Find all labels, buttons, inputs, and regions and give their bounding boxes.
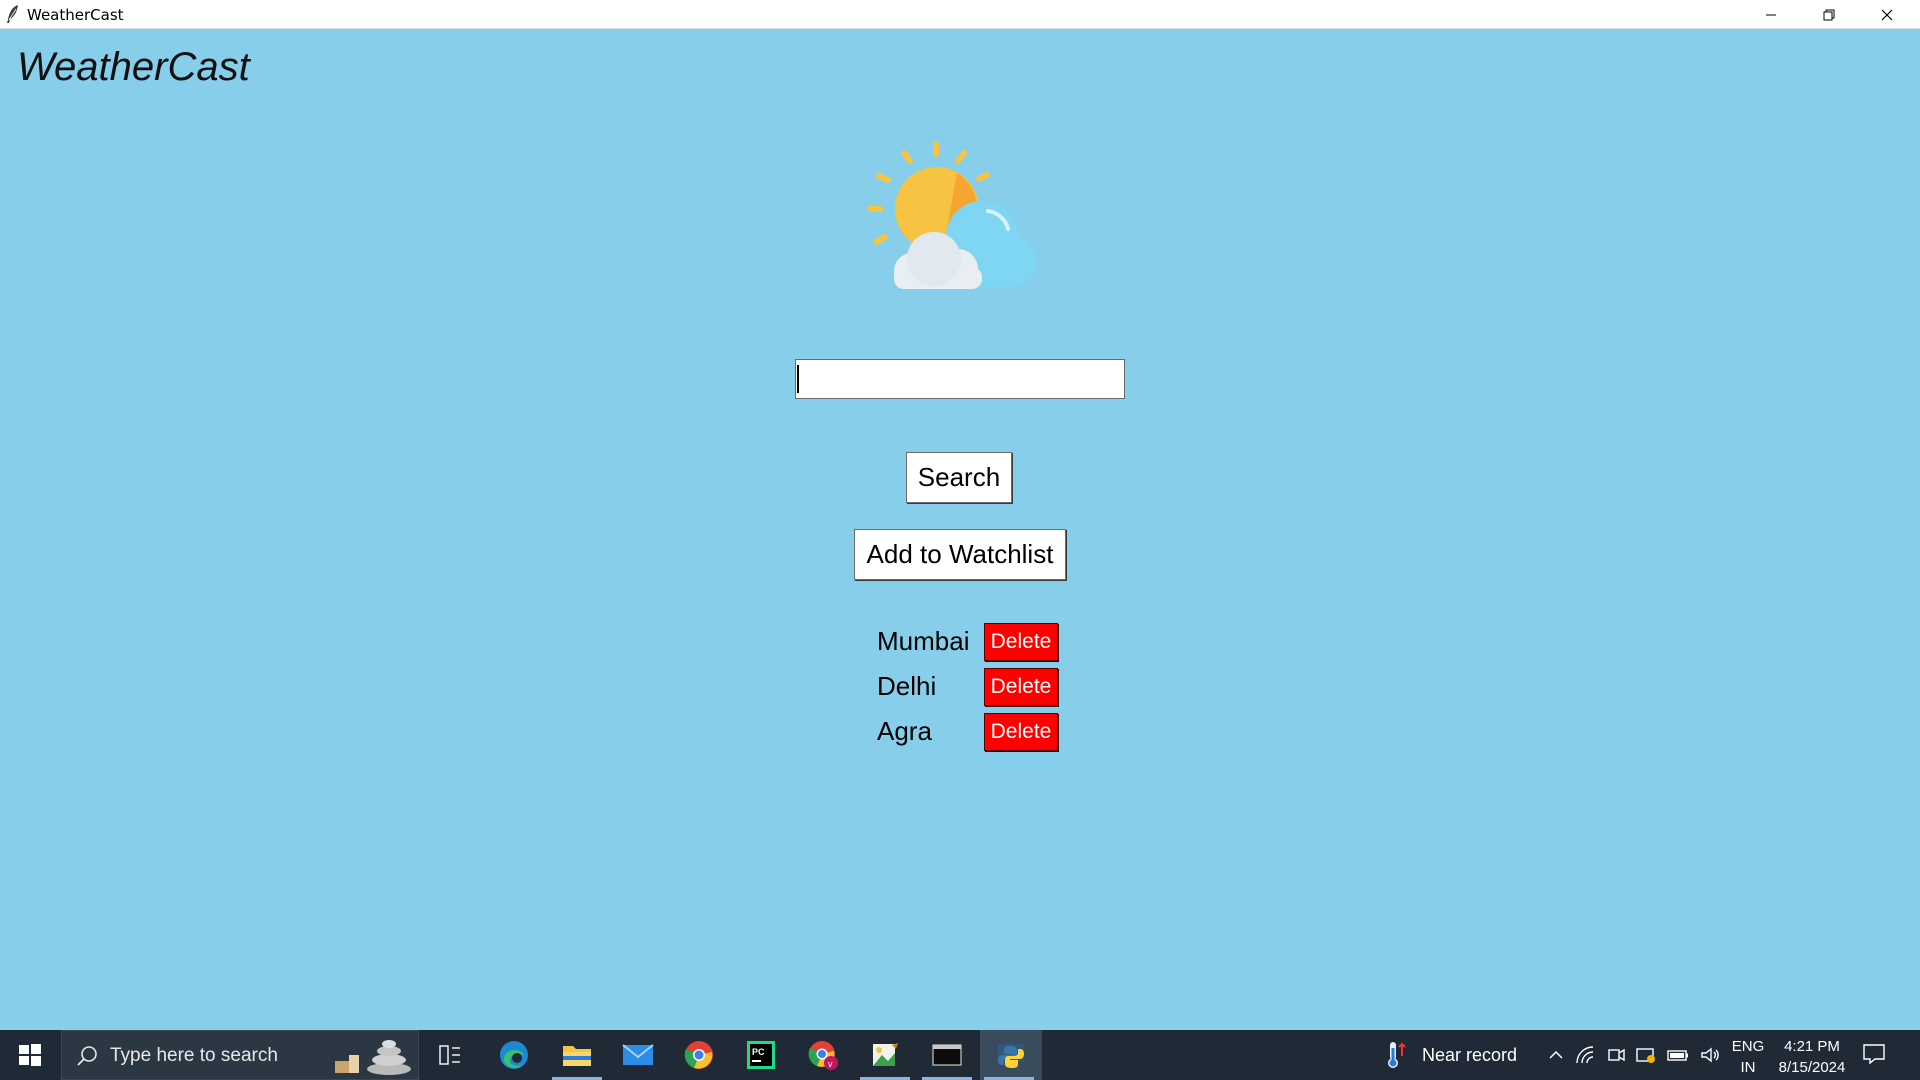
taskbar-file-explorer[interactable] [548, 1030, 606, 1080]
delete-button[interactable]: Delete [984, 668, 1058, 706]
taskbar-python[interactable] [980, 1030, 1042, 1080]
image-viewer-icon [873, 1043, 898, 1066]
folder-icon [563, 1046, 591, 1066]
minimize-icon [1766, 14, 1776, 15]
chevron-up-icon[interactable] [1546, 1045, 1566, 1065]
watchlist-city: Delhi [877, 671, 937, 701]
weather-widget-text: Near record [1422, 1044, 1518, 1065]
volume-icon[interactable] [1699, 1045, 1721, 1065]
restore-button[interactable] [1800, 0, 1858, 29]
text-cursor [797, 365, 799, 393]
taskbar-search-box[interactable]: Type here to search [61, 1030, 419, 1080]
sun-cloud-icon [867, 141, 1036, 289]
taskbar: Type here to search PC v Near record ENG… [0, 1030, 1920, 1080]
add-to-watchlist-button[interactable]: Add to Watchlist [854, 529, 1066, 580]
watchlist-item: Mumbai Delete [877, 623, 1177, 665]
task-view-button[interactable] [421, 1030, 479, 1080]
taskbar-search-placeholder: Type here to search [110, 1045, 278, 1066]
camera-icon[interactable] [1606, 1045, 1626, 1065]
taskbar-clock[interactable]: 4:21 PM 8/15/2024 [1774, 1036, 1850, 1078]
battery-icon[interactable] [1666, 1045, 1690, 1065]
feather-icon [7, 5, 18, 23]
clock-date: 8/15/2024 [1778, 1059, 1846, 1076]
taskbar-edge[interactable] [485, 1030, 543, 1080]
network-icon[interactable] [1575, 1045, 1597, 1065]
watchlist-item: Delhi Delete [877, 668, 1177, 710]
thermometer-icon [1388, 1042, 1406, 1068]
close-button[interactable] [1858, 0, 1916, 29]
taskbar-terminal[interactable] [918, 1030, 976, 1080]
window-title: WeatherCast [27, 6, 124, 24]
svg-text:PC: PC [752, 1047, 765, 1057]
delete-button[interactable]: Delete [984, 623, 1058, 661]
edge-icon [500, 1041, 528, 1069]
taskbar-chrome[interactable] [670, 1030, 728, 1080]
language-region: IN [1740, 1059, 1756, 1076]
city-search-input[interactable] [795, 359, 1125, 399]
taskbar-weather-widget[interactable]: Near record [1384, 1030, 1517, 1080]
watchlist-city: Agra [877, 716, 932, 746]
svg-text:v: v [828, 1059, 833, 1069]
system-tray [1546, 1030, 1721, 1080]
minimize-button[interactable] [1742, 0, 1800, 29]
language-code: ENG [1731, 1038, 1765, 1055]
start-button[interactable] [0, 1030, 60, 1080]
taskbar-image-viewer[interactable] [856, 1030, 914, 1080]
restore-icon [1823, 9, 1835, 20]
taskbar-mail[interactable] [609, 1030, 667, 1080]
notification-icon[interactable] [1862, 1042, 1886, 1066]
search-highlight-icon [335, 1040, 411, 1075]
taskbar-chrome-profile[interactable]: v [794, 1030, 852, 1080]
terminal-icon [932, 1044, 962, 1066]
watchlist-item: Agra Delete [877, 713, 1177, 755]
python-icon [998, 1044, 1024, 1068]
clock-time: 4:21 PM [1784, 1038, 1840, 1055]
search-button[interactable]: Search [906, 452, 1012, 503]
delete-button[interactable]: Delete [984, 713, 1058, 751]
app-window: WeatherCast Search Add to Watchlist Mumb… [0, 29, 1920, 1030]
window-titlebar: WeatherCast [0, 0, 1920, 29]
task-view-icon [439, 1045, 460, 1065]
close-icon [1881, 9, 1893, 20]
search-icon [77, 1046, 97, 1066]
app-brand: WeatherCast [17, 45, 250, 89]
language-indicator[interactable]: ENG IN [1730, 1036, 1766, 1078]
onedrive-icon[interactable] [1635, 1045, 1657, 1065]
windows-logo-icon [19, 1044, 41, 1066]
pycharm-icon: PC [747, 1041, 775, 1069]
taskbar-pycharm[interactable]: PC [732, 1030, 790, 1080]
chrome-icon [684, 1041, 713, 1069]
watchlist-city: Mumbai [877, 626, 970, 656]
chrome-profile-icon: v [808, 1041, 838, 1070]
mail-icon [622, 1044, 654, 1065]
